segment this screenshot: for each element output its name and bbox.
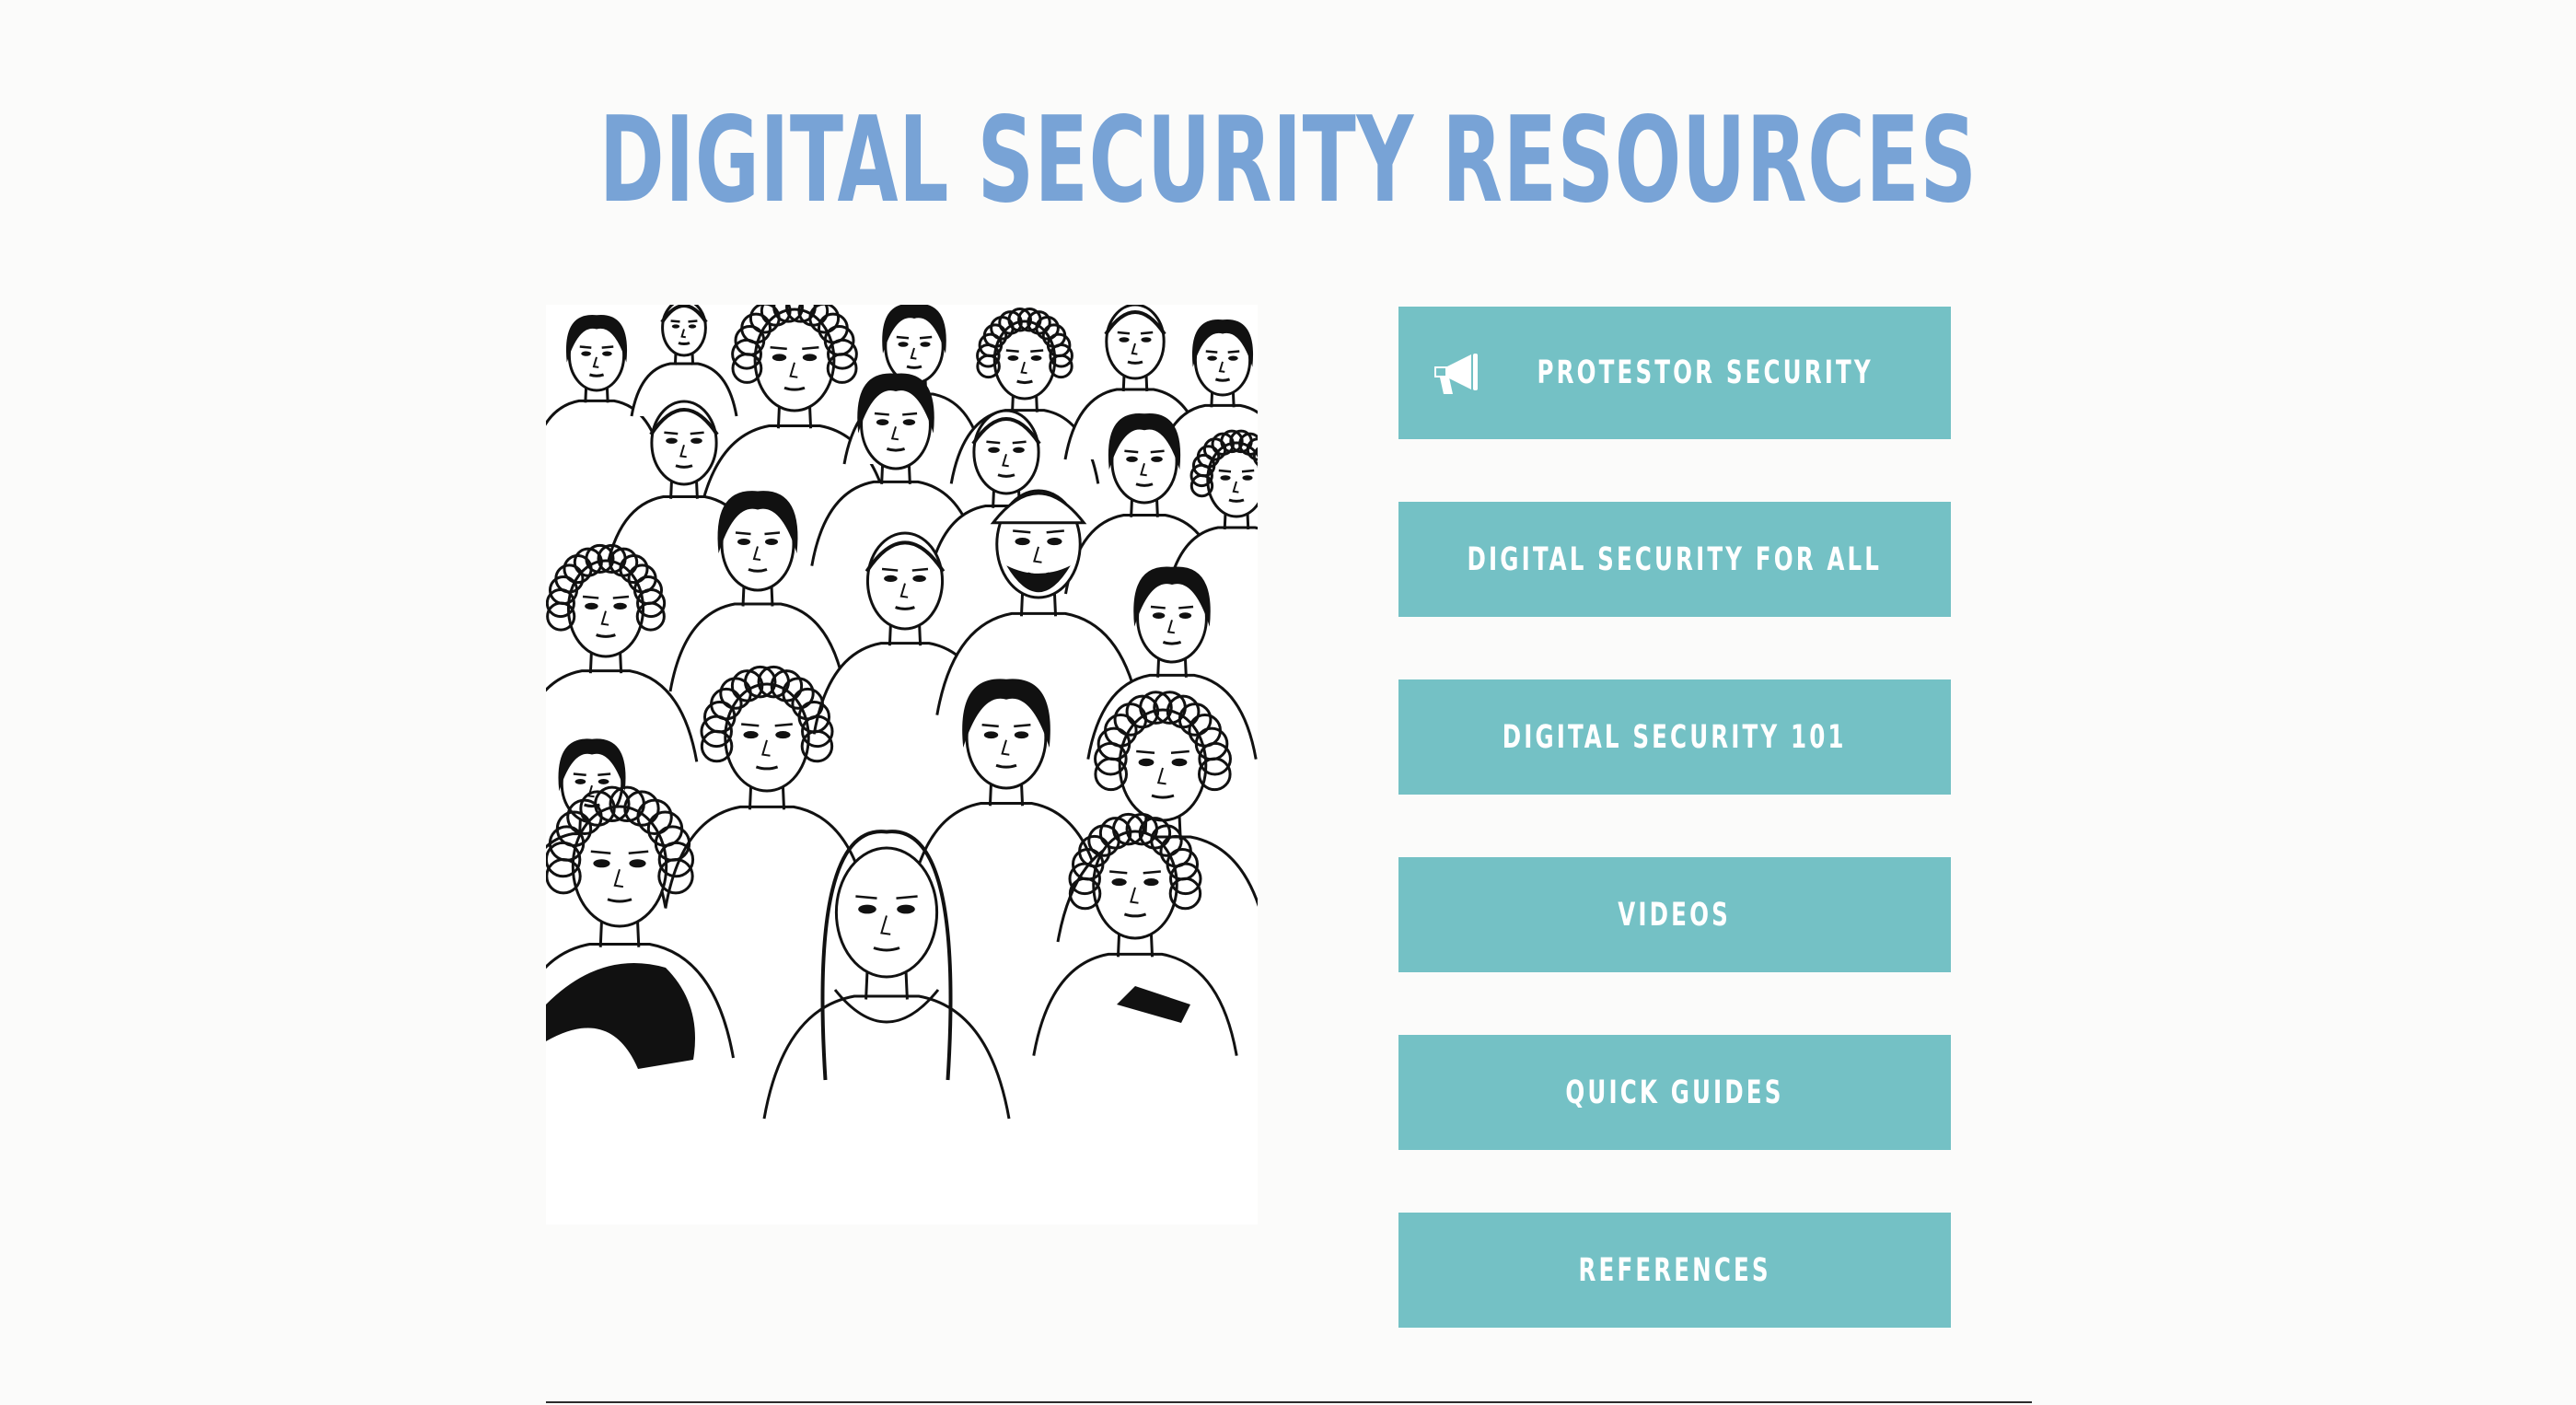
protestor-security-button[interactable]: PROTESTOR SECURITY (1398, 307, 1951, 439)
digital-security-for-all-label: DIGITAL SECURITY FOR ALL (1467, 540, 1883, 578)
digital-security-for-all-button[interactable]: DIGITAL SECURITY FOR ALL (1398, 502, 1951, 617)
videos-button[interactable]: VIDEOS (1398, 857, 1951, 972)
references-button[interactable]: REFERENCES (1398, 1213, 1951, 1328)
videos-label: VIDEOS (1618, 896, 1732, 934)
references-label: REFERENCES (1578, 1251, 1771, 1289)
digital-security-101-button[interactable]: DIGITAL SECURITY 101 (1398, 679, 1951, 795)
megaphone-icon (1429, 348, 1486, 398)
protestor-security-label: PROTESTOR SECURITY (1537, 354, 1874, 391)
quick-guides-button[interactable]: QUICK GUIDES (1398, 1035, 1951, 1150)
bottom-divider (546, 1401, 2032, 1403)
crowd-illustration (546, 305, 1258, 1225)
digital-security-101-label: DIGITAL SECURITY 101 (1503, 718, 1847, 756)
quick-guides-label: QUICK GUIDES (1565, 1074, 1784, 1111)
page-title: DIGITAL SECURITY RESOURCES (598, 92, 1978, 229)
